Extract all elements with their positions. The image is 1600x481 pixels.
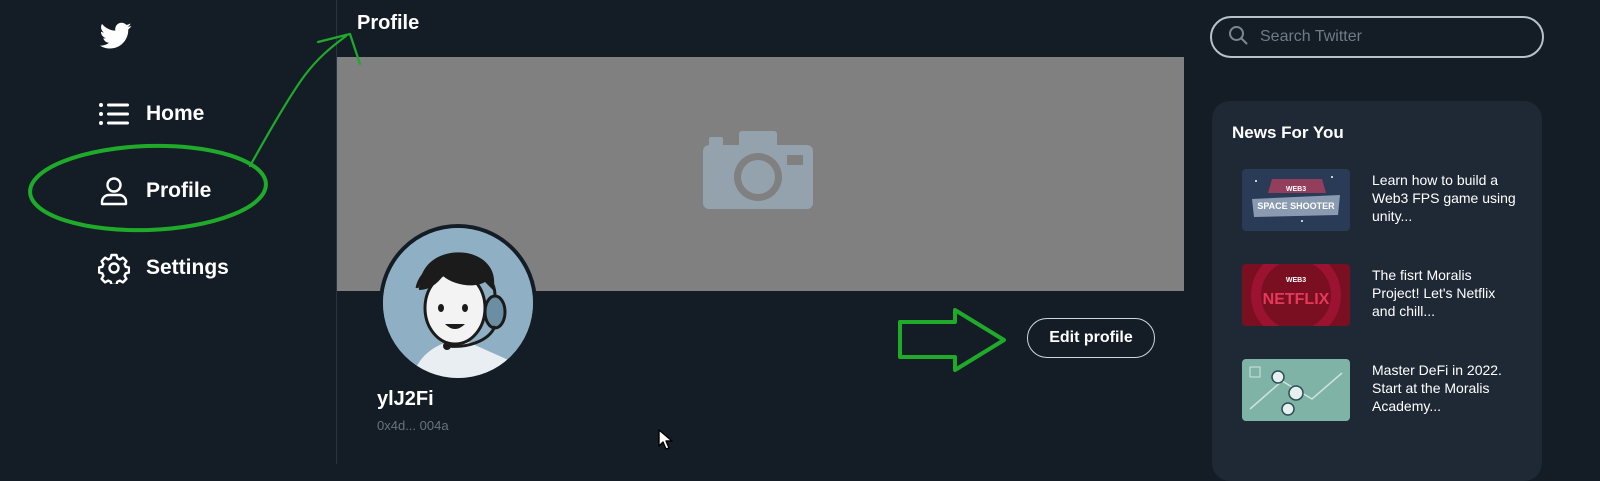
news-thumbnail: WEB3 SPACE SHOOTER xyxy=(1242,169,1350,231)
news-item[interactable]: WEB3 NETFLIX The fisrt Moralis Project! … xyxy=(1242,264,1522,326)
svg-text:WEB3: WEB3 xyxy=(1286,186,1306,193)
user-icon xyxy=(98,175,130,207)
sidebar-item-label: Settings xyxy=(146,256,229,279)
profile-wallet-address: 0x4d... 004a xyxy=(377,418,449,433)
sidebar-item-profile[interactable]: Profile xyxy=(98,175,211,207)
profile-username: ylJ2Fi xyxy=(377,388,434,410)
news-item[interactable]: WEB3 SPACE SHOOTER Learn how to build a … xyxy=(1242,169,1522,231)
profile-main: Profile Edit profile ylJ2Fi 0x4d... 004a xyxy=(336,0,1186,464)
news-item-text: Master DeFi in 2022. Start at the Morali… xyxy=(1372,362,1502,414)
news-thumbnail: WEB3 NETFLIX xyxy=(1242,264,1350,326)
list-icon xyxy=(98,100,130,128)
news-panel: News For You WEB3 SPACE SHOOTER Learn ho… xyxy=(1212,101,1542,481)
avatar[interactable] xyxy=(379,224,537,382)
camera-icon xyxy=(703,129,813,216)
news-item-text: Learn how to build a Web3 FPS game using… xyxy=(1372,172,1516,224)
news-item-text: The fisrt Moralis Project! Let's Netflix… xyxy=(1372,267,1496,319)
sidebar-item-label: Home xyxy=(146,102,205,125)
twitter-bird-icon[interactable] xyxy=(100,22,132,54)
search-box[interactable] xyxy=(1210,16,1544,58)
sidebar-item-settings[interactable]: Settings xyxy=(98,252,229,284)
news-title: News For You xyxy=(1232,123,1344,142)
right-column: News For You WEB3 SPACE SHOOTER Learn ho… xyxy=(1184,0,1600,481)
svg-text:SPACE SHOOTER: SPACE SHOOTER xyxy=(1257,201,1335,211)
search-icon xyxy=(1228,25,1248,50)
svg-text:WEB3: WEB3 xyxy=(1286,277,1306,284)
edit-profile-button[interactable]: Edit profile xyxy=(1027,318,1155,358)
gear-icon xyxy=(98,252,130,284)
sidebar: Home Profile Settings xyxy=(0,0,336,464)
svg-text:NETFLIX: NETFLIX xyxy=(1263,291,1330,308)
sidebar-item-home[interactable]: Home xyxy=(98,100,204,128)
sidebar-item-label: Profile xyxy=(146,179,212,202)
news-item[interactable]: Master DeFi in 2022. Start at the Morali… xyxy=(1242,359,1522,421)
page-title: Profile xyxy=(357,12,420,34)
search-input[interactable] xyxy=(1258,27,1522,47)
mouse-cursor-icon xyxy=(658,429,673,450)
news-thumbnail xyxy=(1242,359,1350,421)
